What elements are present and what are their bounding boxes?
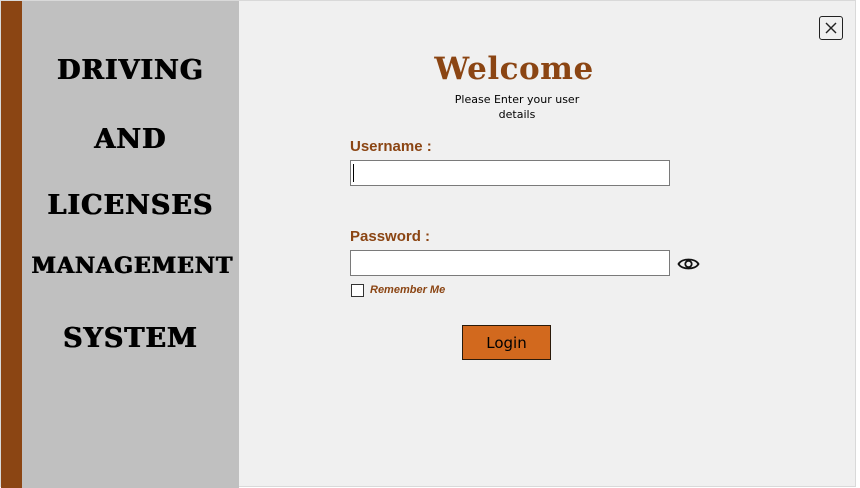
- welcome-title: Welcome: [434, 51, 594, 87]
- login-window: DRIVING AND LICENSES MANAGEMENT SYSTEM W…: [0, 0, 856, 488]
- username-label: Username :: [350, 138, 432, 155]
- welcome-subtitle: Please Enter your user details: [447, 92, 587, 122]
- close-icon: [825, 22, 837, 34]
- remember-me-label[interactable]: Remember Me: [370, 284, 445, 296]
- text-caret: [353, 164, 354, 182]
- subtitle-line-1: Please Enter your user: [454, 93, 580, 106]
- password-input[interactable]: [350, 250, 670, 276]
- close-button[interactable]: [819, 16, 843, 40]
- username-input[interactable]: [350, 160, 670, 186]
- remember-me-checkbox[interactable]: [351, 284, 364, 297]
- show-password-button[interactable]: [677, 254, 700, 274]
- password-label: Password :: [350, 228, 431, 245]
- login-button[interactable]: Login: [462, 325, 551, 360]
- side-title-word-management: MANAGEMENT: [31, 253, 234, 279]
- side-title-word-licenses: LICENSES: [47, 190, 214, 221]
- brand-strip: [1, 1, 22, 488]
- side-title-word-system: SYSTEM: [63, 323, 198, 354]
- side-title-word-and: AND: [94, 124, 167, 155]
- eye-icon: [677, 258, 700, 270]
- subtitle-line-2: details: [498, 108, 536, 121]
- side-title-word-driving: DRIVING: [57, 55, 204, 86]
- side-panel: DRIVING AND LICENSES MANAGEMENT SYSTEM: [22, 1, 239, 488]
